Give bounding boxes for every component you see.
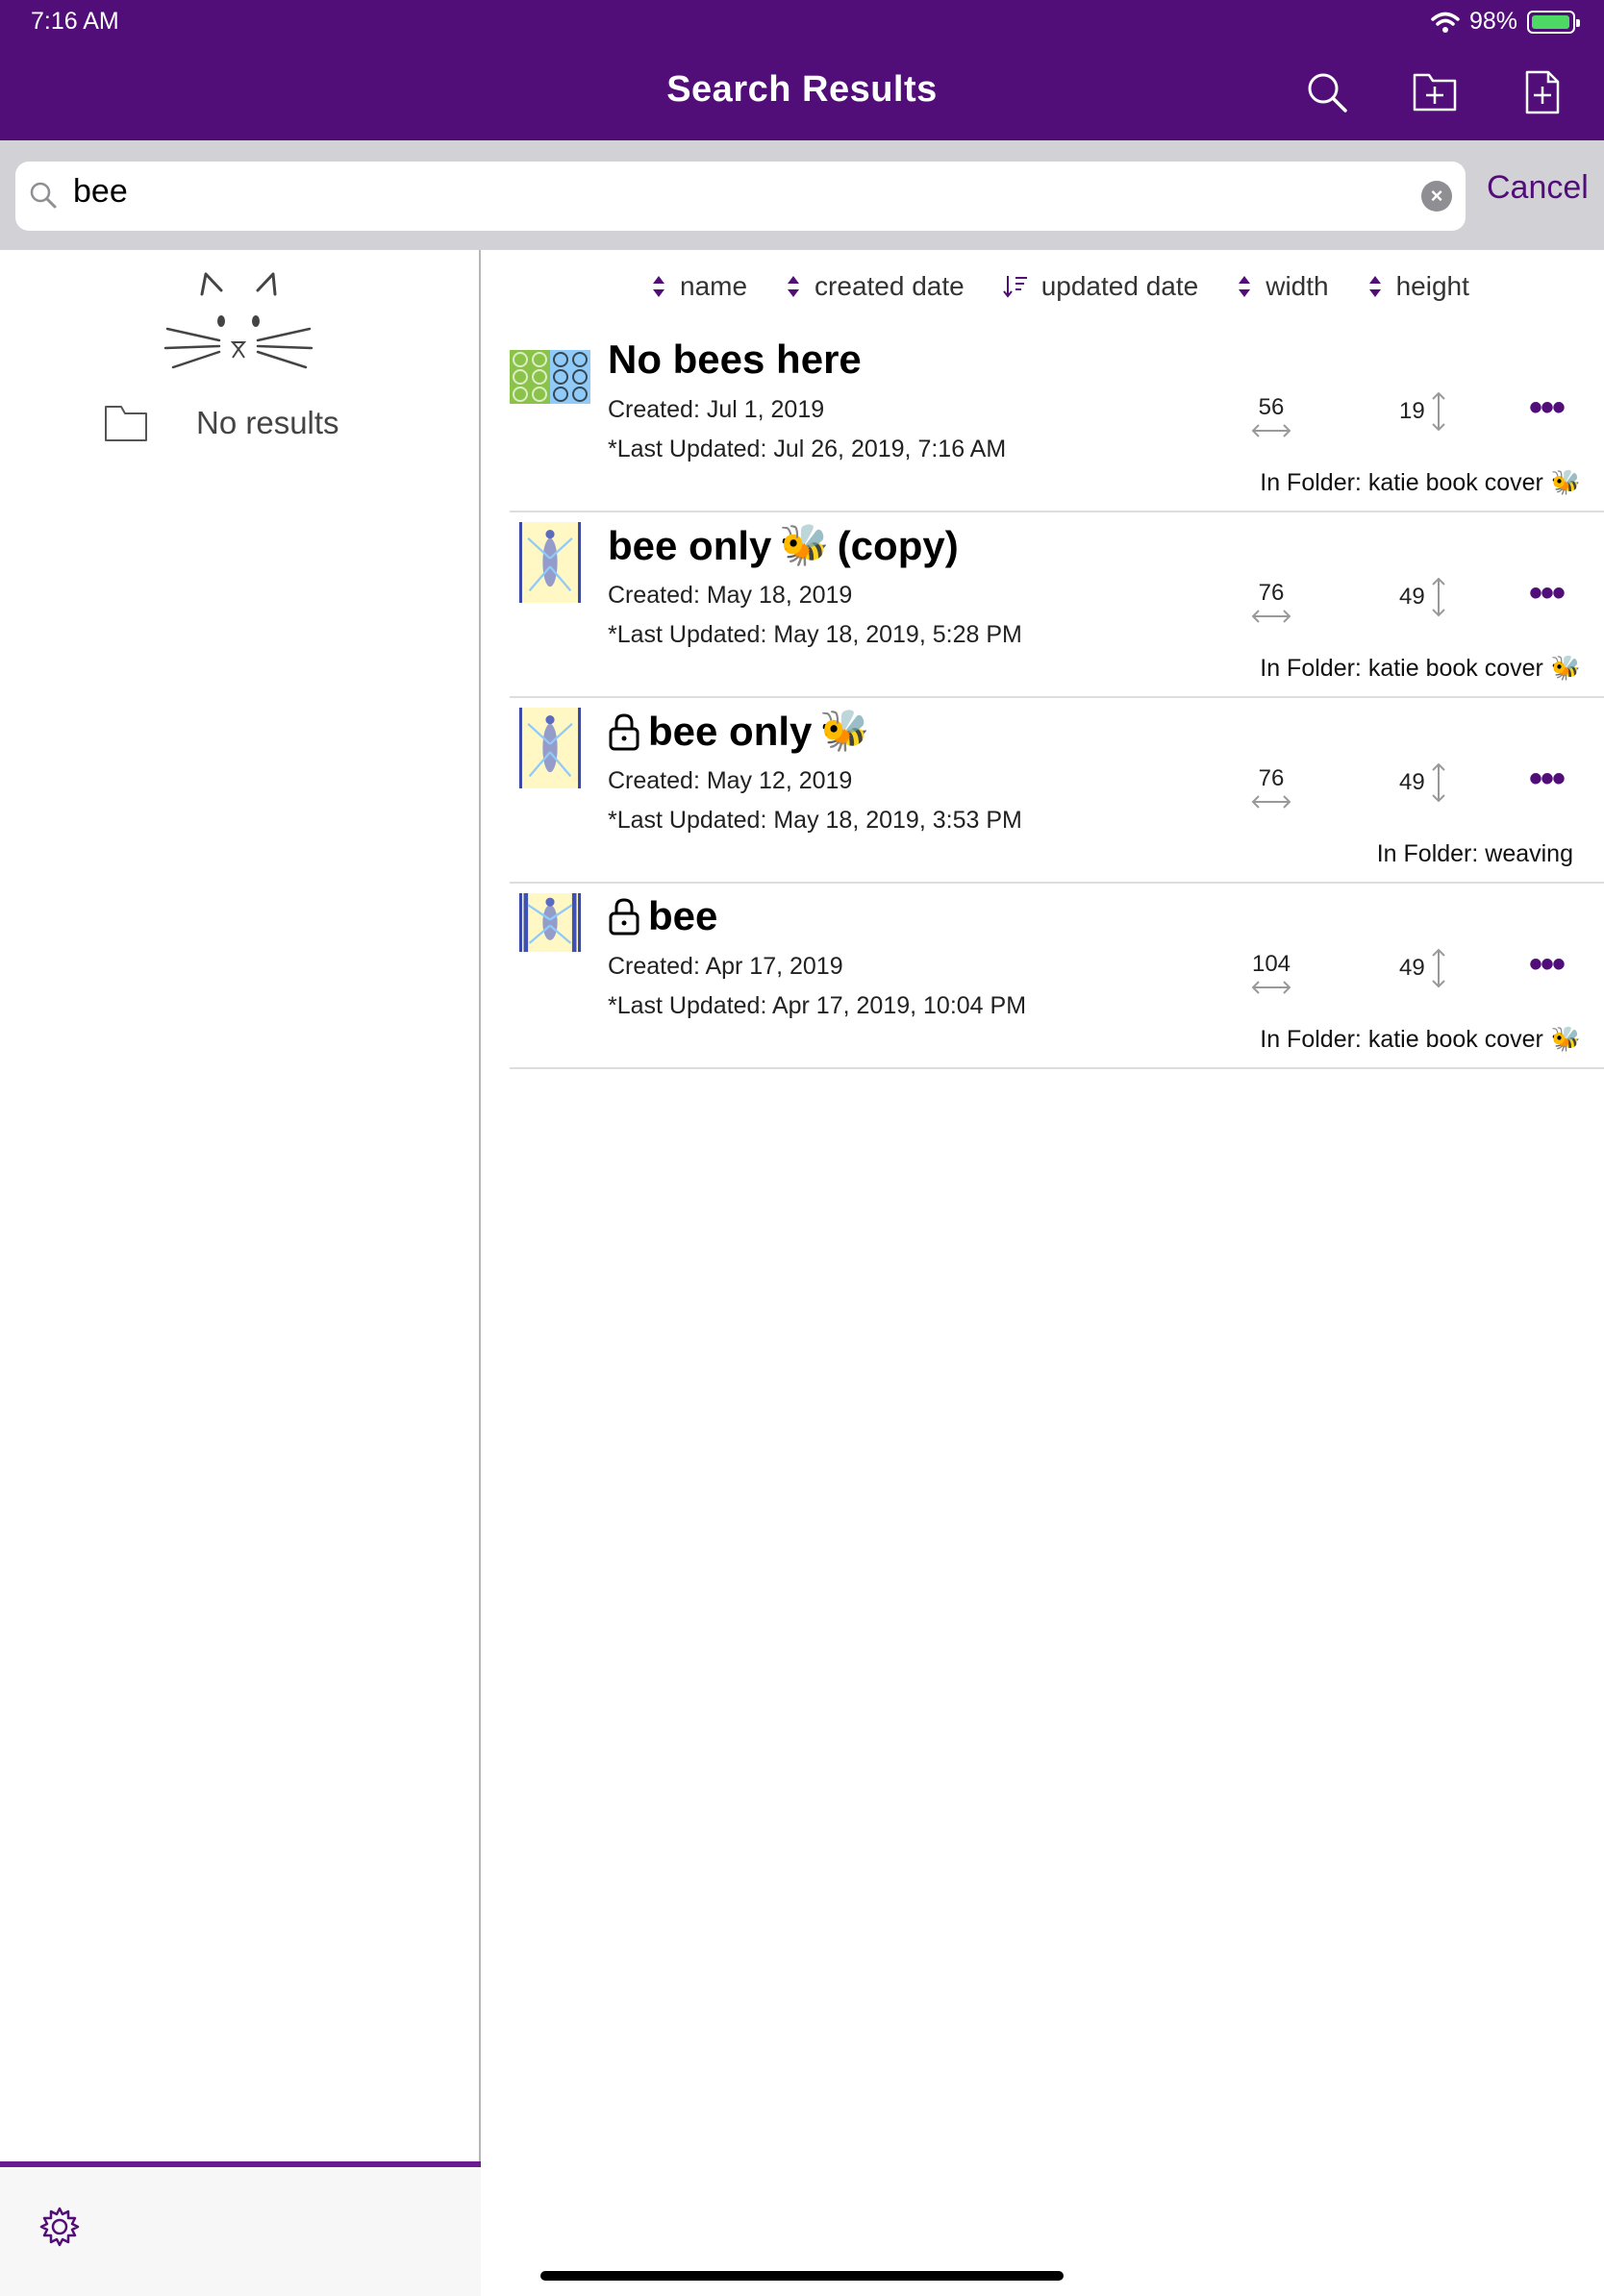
folder-icon	[105, 406, 147, 441]
width-arrow-icon	[1251, 424, 1291, 437]
results-pane: name created date updated date width height …	[483, 250, 1604, 2296]
more-options-icon[interactable]: •••	[1517, 572, 1575, 615]
status-right: 98%	[1431, 8, 1580, 36]
height-value: 49	[1399, 947, 1446, 989]
updated-date: *Last Updated: Jul 26, 2019, 7:16 AM	[608, 436, 1007, 462]
list-item[interactable]: No bees here Created: Jul 1, 2019 *Last Up…	[510, 327, 1604, 512]
created-date: Created: Jul 1, 2019	[608, 396, 825, 423]
list-item[interactable]: bee Created: Apr 17, 2019 *Last Updated: A…	[510, 884, 1604, 1069]
height-arrow-icon	[1431, 948, 1445, 988]
home-indicator	[540, 2271, 1064, 2281]
sort-label: created date	[815, 271, 965, 301]
item-title-text: bee only	[648, 708, 813, 754]
sort-option-height[interactable]: height	[1367, 271, 1469, 302]
search-value: bee	[73, 173, 128, 210]
height-value: 19	[1399, 390, 1446, 433]
search-bar: bee × Cancel	[0, 140, 1604, 250]
sort-toggle-icon	[1239, 276, 1251, 297]
sort-option-name[interactable]: name	[651, 271, 747, 302]
more-options-icon[interactable]: •••	[1517, 943, 1575, 986]
folder-label: In Folder: weaving	[1376, 840, 1573, 867]
height-arrow-icon	[1431, 577, 1445, 617]
updated-date: *Last Updated: May 18, 2019, 5:28 PM	[608, 621, 1022, 648]
sort-toggle-icon	[788, 276, 800, 297]
folder-label: In Folder: katie book cover 🐝	[1260, 655, 1581, 682]
list-item[interactable]: bee only 🐝 (copy) Created: May 18, 2019 *Las…	[510, 512, 1604, 698]
width-value: 56	[1242, 394, 1300, 438]
nav-actions	[1304, 69, 1566, 115]
sort-option-updated-date[interactable]: updated date	[1002, 271, 1199, 302]
updated-date: *Last Updated: May 18, 2019, 3:53 PM	[608, 807, 1022, 834]
search-input[interactable]: bee ×	[15, 162, 1466, 231]
empty-folder-row: No results	[104, 404, 339, 442]
pattern-thumbnail	[518, 708, 582, 788]
item-title: No bees here	[608, 337, 877, 383]
results-list: No bees here Created: Jul 1, 2019 *Last Up…	[500, 327, 1604, 1069]
pattern-thumbnail	[510, 350, 590, 404]
gear-icon[interactable]	[38, 2206, 81, 2248]
pattern-thumbnail	[518, 522, 582, 603]
search-field-icon	[30, 182, 57, 209]
sort-option-width[interactable]: width	[1237, 271, 1329, 302]
height-value: 49	[1399, 761, 1446, 804]
sort-label: width	[1266, 271, 1329, 301]
sort-toggle-icon	[1368, 276, 1381, 297]
sort-label: height	[1395, 271, 1469, 301]
item-title: bee only 🐝 (copy)	[608, 522, 959, 569]
item-title-emoji: 🐝	[779, 522, 830, 567]
battery-fill	[1532, 14, 1570, 29]
sidebar-footer	[0, 2161, 481, 2296]
item-title-text: No bees here	[608, 337, 862, 382]
width-arrow-icon	[1251, 981, 1291, 994]
cat-face-icon	[163, 272, 313, 369]
no-results-label: No results	[196, 405, 339, 440]
more-options-icon[interactable]: •••	[1517, 387, 1575, 430]
sidebar: No results	[0, 250, 481, 2296]
lock-icon	[609, 898, 639, 936]
sort-option-created-date[interactable]: created date	[786, 271, 965, 302]
list-item[interactable]: bee only 🐝 Created: May 12, 2019 *Last Upda…	[510, 698, 1604, 884]
updated-date: *Last Updated: Apr 17, 2019, 10:04 PM	[608, 992, 1027, 1019]
battery-percent: 98%	[1468, 8, 1517, 35]
item-title-text: bee only	[608, 522, 772, 568]
item-title-suffix: (copy)	[837, 522, 959, 568]
sort-descending-icon	[1002, 276, 1027, 298]
wifi-icon	[1431, 12, 1460, 33]
item-title: bee only 🐝	[608, 708, 878, 755]
height-arrow-icon	[1431, 762, 1445, 803]
folder-emoji: 🐝	[1550, 1026, 1581, 1053]
height-arrow-icon	[1431, 391, 1445, 432]
lock-icon	[609, 712, 639, 750]
folder-label: In Folder: katie book cover 🐝	[1260, 1026, 1581, 1053]
item-title-text: bee	[648, 893, 718, 938]
sort-toggle-icon	[653, 276, 664, 297]
sort-label: updated date	[1040, 271, 1199, 301]
search-icon[interactable]	[1304, 69, 1350, 115]
sort-label: name	[680, 271, 748, 301]
width-value: 76	[1242, 765, 1300, 810]
item-title-emoji: 🐝	[819, 708, 870, 753]
width-arrow-icon	[1251, 610, 1291, 623]
clear-search-icon[interactable]: ×	[1421, 181, 1452, 212]
created-date: Created: Apr 17, 2019	[608, 953, 843, 980]
folder-emoji: 🐝	[1550, 655, 1581, 682]
add-file-icon[interactable]	[1519, 69, 1566, 115]
folder-label: In Folder: katie book cover 🐝	[1260, 469, 1581, 496]
folder-emoji: 🐝	[1550, 469, 1581, 496]
pattern-thumbnail	[518, 893, 582, 953]
sort-bar: name created date updated date width height	[651, 271, 1469, 302]
status-time: 7:16 AM	[31, 8, 119, 35]
created-date: Created: May 12, 2019	[608, 767, 853, 794]
height-value: 49	[1399, 576, 1446, 618]
battery-icon	[1527, 10, 1580, 34]
item-title: bee	[608, 893, 733, 939]
add-folder-icon[interactable]	[1412, 69, 1458, 115]
more-options-icon[interactable]: •••	[1517, 758, 1575, 801]
created-date: Created: May 18, 2019	[608, 582, 853, 609]
width-value: 104	[1242, 951, 1300, 995]
width-value: 76	[1242, 580, 1300, 624]
top-bar: 7:16 AM 98% Search Results	[0, 0, 1604, 140]
width-arrow-icon	[1251, 795, 1291, 809]
cancel-button[interactable]: Cancel	[1487, 169, 1589, 207]
